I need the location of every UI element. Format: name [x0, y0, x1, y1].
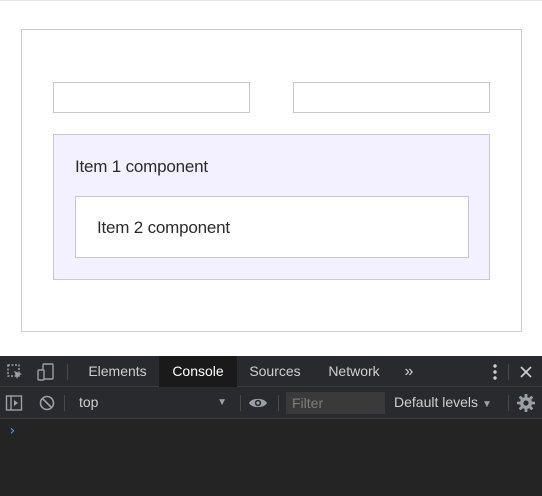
more-tabs-icon[interactable]: » [398, 356, 420, 387]
item1-label: Item 1 component [75, 157, 208, 176]
log-levels-dropdown[interactable]: Default levels ▼ [394, 387, 492, 418]
tab-sources[interactable]: Sources [240, 356, 310, 387]
tabbar-divider [67, 364, 68, 380]
toolbar-divider-2 [240, 395, 241, 411]
log-levels-label: Default levels [394, 394, 479, 410]
eye-icon[interactable] [248, 394, 268, 412]
inspect-element-icon[interactable] [6, 363, 24, 381]
devtools-tabbar: Elements Console Sources Network » [0, 356, 542, 387]
close-icon[interactable] [518, 364, 534, 380]
context-select[interactable]: top ▼ [72, 387, 235, 418]
chevron-down-icon: ▼ [217, 397, 227, 408]
second-text-input[interactable] [293, 82, 490, 113]
devtools-panel: Elements Console Sources Network » top ▼ [0, 356, 542, 496]
toolbar-divider-3 [278, 395, 279, 411]
app-container: Item 1 component Item 2 component [21, 29, 522, 332]
device-toolbar-icon[interactable] [36, 362, 56, 382]
first-text-input[interactable] [53, 82, 250, 113]
toolbar-divider [64, 395, 65, 411]
clear-console-icon[interactable] [38, 394, 56, 412]
item2-component: Item 2 component [75, 196, 469, 258]
context-value: top [79, 394, 99, 410]
tab-elements[interactable]: Elements [78, 356, 157, 387]
kebab-menu-icon[interactable] [486, 362, 504, 382]
sidebar-toggle-icon[interactable] [5, 394, 23, 412]
tab-console[interactable]: Console [159, 356, 237, 387]
gear-icon[interactable] [516, 393, 536, 413]
console-prompt: › [8, 423, 17, 439]
tabbar-divider-right [508, 364, 509, 380]
toolbar-divider-4 [508, 395, 509, 411]
console-output[interactable]: › [0, 419, 542, 496]
item1-component: Item 1 component Item 2 component [53, 134, 490, 280]
chevron-down-icon: ▼ [482, 399, 492, 410]
tab-network[interactable]: Network [318, 356, 390, 387]
console-toolbar: top ▼ Default levels▼ [0, 387, 542, 419]
page-viewport: Item 1 component Item 2 component [0, 0, 542, 356]
filter-input[interactable] [286, 392, 385, 414]
item2-label: Item 2 component [97, 218, 230, 237]
